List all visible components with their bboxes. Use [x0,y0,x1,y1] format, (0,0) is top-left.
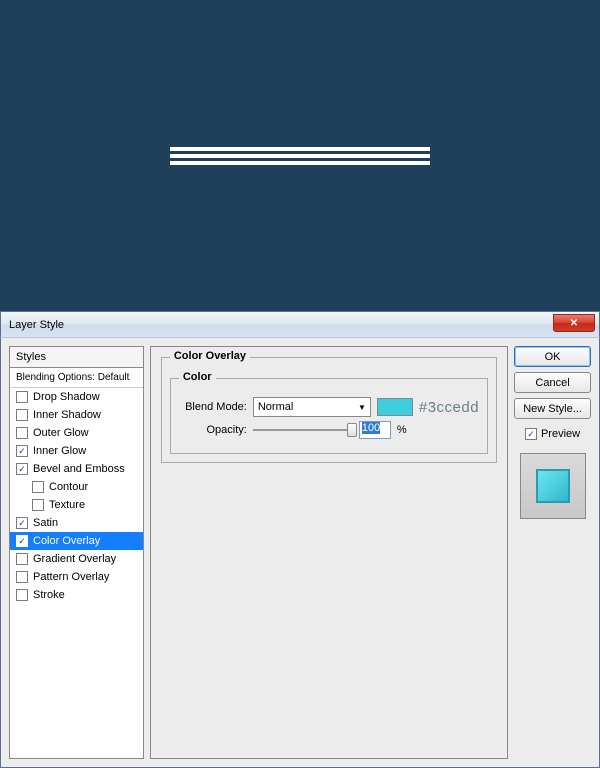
color-hex-label: #3ccedd [419,399,479,416]
sidebar-item-inner-glow[interactable]: ✓ Inner Glow [10,442,143,460]
sidebar-item-inner-shadow[interactable]: Inner Shadow [10,406,143,424]
preview-checkbox[interactable]: ✓ [525,428,537,440]
sidebar-item-label: Outer Glow [33,427,89,439]
blend-mode-value: Normal [258,401,293,413]
blend-mode-row: Blend Mode: Normal ▼ #3ccedd [179,397,479,417]
sidebar-item-bevel-and-emboss[interactable]: ✓ Bevel and Emboss [10,460,143,478]
opacity-value: 100 [362,422,380,434]
checkbox[interactable] [32,499,44,511]
main-panel: Color Overlay Color Blend Mode: Normal ▼… [150,346,508,759]
checkbox[interactable] [32,481,44,493]
blend-mode-label: Blend Mode: [179,401,247,413]
opacity-unit: % [397,424,407,436]
sidebar-item-outer-glow[interactable]: Outer Glow [10,424,143,442]
sidebar-item-label: Gradient Overlay [33,553,116,565]
chevron-down-icon: ▼ [358,403,366,412]
right-column: OK Cancel New Style... ✓ Preview [514,346,591,759]
canvas-lines [170,144,430,168]
canvas-area [0,0,600,311]
checkbox[interactable] [16,571,28,583]
preview-label: Preview [541,428,580,440]
sidebar-subheader[interactable]: Blending Options: Default [10,368,143,388]
sidebar-item-label: Stroke [33,589,65,601]
sidebar-item-drop-shadow[interactable]: Drop Shadow [10,388,143,406]
preview-thumb [536,469,570,503]
cancel-button[interactable]: Cancel [514,372,591,393]
sidebar-item-label: Color Overlay [33,535,100,547]
opacity-label: Opacity: [179,424,247,436]
new-style-button[interactable]: New Style... [514,398,591,419]
preview-toggle[interactable]: ✓ Preview [514,428,591,440]
checkbox[interactable]: ✓ [16,463,28,475]
checkbox[interactable] [16,409,28,421]
dialog-body: Styles Blending Options: Default Drop Sh… [0,338,600,768]
sidebar-item-label: Inner Shadow [33,409,101,421]
section-title: Color [179,371,216,383]
checkbox[interactable] [16,553,28,565]
checkbox[interactable] [16,589,28,601]
sidebar-item-label: Texture [49,499,85,511]
panel-fieldset: Color Overlay Color Blend Mode: Normal ▼… [161,357,497,463]
color-fieldset: Color Blend Mode: Normal ▼ #3ccedd Opaci… [170,378,488,454]
blend-mode-dropdown[interactable]: Normal ▼ [253,397,371,417]
checkbox[interactable]: ✓ [16,517,28,529]
sidebar-item-label: Inner Glow [33,445,86,457]
checkbox[interactable]: ✓ [16,445,28,457]
panel-title: Color Overlay [170,350,250,362]
sidebar-item-pattern-overlay[interactable]: Pattern Overlay [10,568,143,586]
color-swatch[interactable] [377,398,413,416]
checkbox[interactable] [16,427,28,439]
preview-box [520,453,586,519]
sidebar-item-label: Bevel and Emboss [33,463,125,475]
checkbox[interactable] [16,391,28,403]
sidebar-item-stroke[interactable]: Stroke [10,586,143,604]
styles-sidebar: Styles Blending Options: Default Drop Sh… [9,346,144,759]
opacity-input[interactable]: 100 [359,421,391,439]
sidebar-item-texture[interactable]: Texture [10,496,143,514]
sidebar-item-gradient-overlay[interactable]: Gradient Overlay [10,550,143,568]
close-button[interactable]: ✕ [553,314,595,332]
sidebar-item-color-overlay[interactable]: ✓ Color Overlay [10,532,143,550]
opacity-row: Opacity: 100 % [179,421,479,439]
sidebar-item-label: Drop Shadow [33,391,100,403]
sidebar-item-label: Satin [33,517,58,529]
ok-button[interactable]: OK [514,346,591,367]
close-icon: ✕ [570,318,578,329]
opacity-slider[interactable] [253,429,353,431]
checkbox[interactable]: ✓ [16,535,28,547]
sidebar-item-contour[interactable]: Contour [10,478,143,496]
titlebar: Layer Style ✕ [0,311,600,338]
sidebar-header[interactable]: Styles [10,347,143,368]
sidebar-item-satin[interactable]: ✓ Satin [10,514,143,532]
dialog-title: Layer Style [9,319,64,331]
slider-thumb[interactable] [347,423,357,437]
sidebar-item-label: Contour [49,481,88,493]
sidebar-item-label: Pattern Overlay [33,571,109,583]
